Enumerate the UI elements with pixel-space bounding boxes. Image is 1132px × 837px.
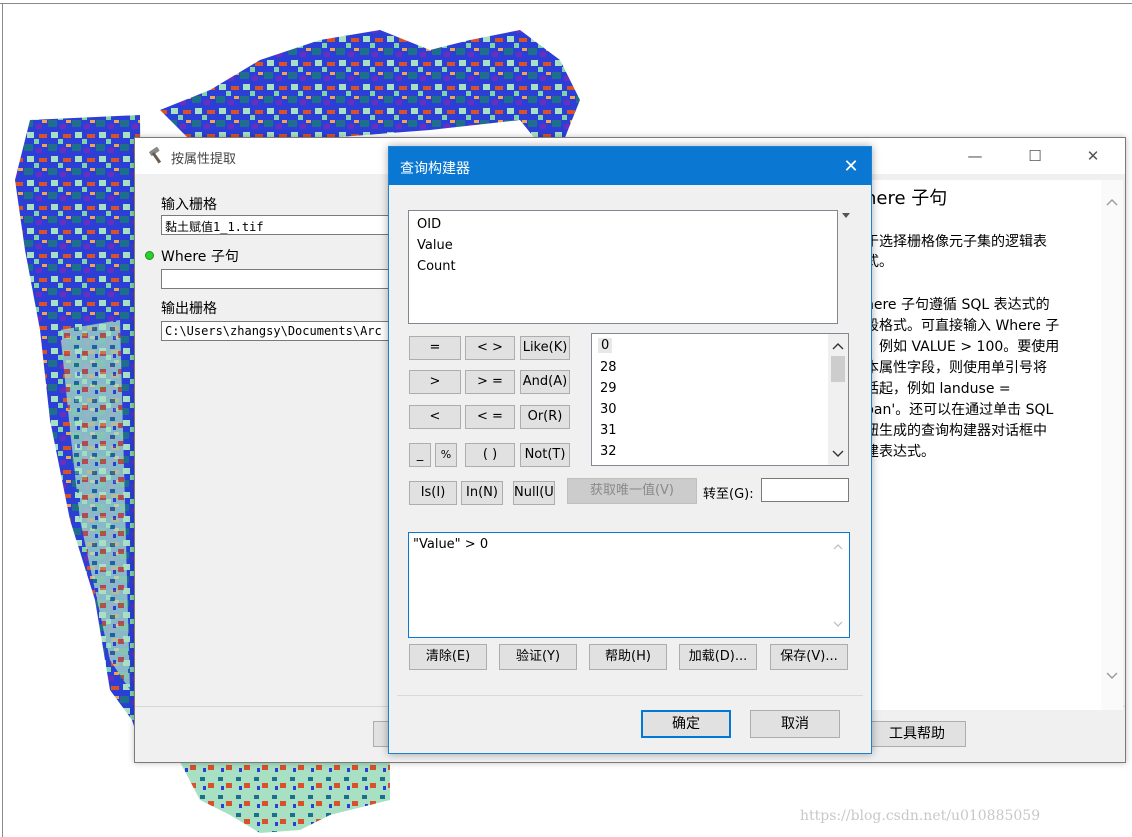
- load-button[interactable]: 加载(D)...: [679, 644, 757, 670]
- value-item[interactable]: 32: [600, 444, 617, 459]
- input-raster-field[interactable]: 黏土赋值1_1.tif: [161, 215, 391, 235]
- goto-input[interactable]: [761, 478, 849, 502]
- and-button[interactable]: And(A): [520, 370, 570, 394]
- help-button[interactable]: 帮助(H): [589, 644, 667, 670]
- help-line: ban'。还可以在通过单击 SQL: [865, 402, 1054, 418]
- dialog-title: 按属性提取: [171, 152, 237, 167]
- help-heading: here 子句: [865, 188, 948, 209]
- value-item[interactable]: 28: [600, 360, 617, 375]
- tool-help-button[interactable]: 工具帮助: [868, 721, 966, 747]
- field-item[interactable]: Count: [417, 259, 456, 274]
- not-button[interactable]: Not(T): [520, 443, 570, 467]
- parentheses-button[interactable]: ( ): [465, 443, 515, 467]
- help-line: 段格式。可直接输入 Where 子: [865, 318, 1060, 334]
- field-list[interactable]: OID Value Count: [408, 210, 838, 324]
- value-item[interactable]: 31: [600, 423, 617, 438]
- goto-label: 转至(G):: [703, 487, 754, 502]
- clear-button[interactable]: 清除(E): [409, 644, 487, 670]
- help-line: 本属性字段，则使用单引号将: [865, 360, 1047, 376]
- unique-values-list[interactable]: 0 28 29 30 31 32: [591, 333, 849, 466]
- null-button[interactable]: Null(U): [513, 481, 555, 505]
- underscore-button[interactable]: _: [409, 443, 431, 467]
- minimize-button[interactable]: —: [955, 144, 995, 168]
- query-close-button[interactable]: ✕: [839, 156, 863, 177]
- in-button[interactable]: In(N): [461, 481, 503, 505]
- scroll-up-icon[interactable]: [833, 543, 843, 550]
- help-line: 钮生成的查询构建器对话框中: [865, 423, 1047, 439]
- value-item[interactable]: 29: [600, 381, 617, 396]
- field-item[interactable]: Value: [417, 238, 453, 253]
- scroll-up-icon[interactable]: [832, 342, 844, 350]
- cancel-button[interactable]: 取消: [750, 710, 840, 738]
- equals-button[interactable]: =: [409, 336, 461, 360]
- ok-button[interactable]: 确定: [641, 710, 731, 738]
- expression-text: "Value" > 0: [413, 537, 489, 552]
- verify-button[interactable]: 验证(Y): [499, 644, 577, 670]
- values-scrollbar[interactable]: [828, 334, 848, 465]
- save-button[interactable]: 保存(V)...: [770, 644, 848, 670]
- hammer-icon: [149, 146, 162, 164]
- scroll-down-icon[interactable]: [833, 621, 843, 628]
- scroll-down-icon[interactable]: [1106, 672, 1118, 680]
- query-builder-dialog: 查询构建器 ✕ OID Value Count = < > Like(K) > …: [388, 146, 872, 754]
- help-panel: here 子句 于选择栅格像元子集的逻辑表 式。 here 子句遵循 SQL 表…: [865, 180, 1123, 710]
- help-line: 。例如 VALUE > 100。要使用: [865, 339, 1060, 355]
- greater-equal-button[interactable]: > =: [465, 370, 515, 394]
- scroll-up-icon[interactable]: [1106, 198, 1118, 206]
- field-list-dropdown-icon[interactable]: [842, 213, 850, 219]
- help-line: here 子句遵循 SQL 表达式的: [865, 297, 1050, 313]
- is-button[interactable]: Is(I): [409, 481, 457, 505]
- required-indicator-icon: [145, 251, 154, 260]
- help-line: 建表达式。: [865, 444, 935, 460]
- help-line: 括起，例如 landuse =: [865, 381, 1011, 397]
- window-top-edge: [0, 3, 1132, 4]
- window-left-edge: [2, 3, 3, 837]
- expression-textarea[interactable]: "Value" > 0: [408, 532, 850, 638]
- not-equals-button[interactable]: < >: [465, 336, 515, 360]
- help-line: 于选择栅格像元子集的逻辑表: [865, 234, 1047, 250]
- query-titlebar[interactable]: 查询构建器 ✕: [389, 147, 871, 185]
- input-raster-label: 输入栅格: [161, 197, 217, 213]
- less-than-button[interactable]: <: [409, 405, 461, 429]
- maximize-button[interactable]: ☐: [1015, 144, 1055, 168]
- where-clause-label: Where 子句: [161, 249, 239, 265]
- greater-than-button[interactable]: >: [409, 370, 461, 394]
- where-clause-field[interactable]: [161, 269, 391, 289]
- less-equal-button[interactable]: < =: [465, 405, 515, 429]
- help-scrollbar[interactable]: [1101, 180, 1123, 710]
- field-item[interactable]: OID: [417, 217, 441, 232]
- percent-button[interactable]: %: [435, 443, 457, 467]
- output-raster-label: 输出栅格: [161, 301, 217, 317]
- value-item[interactable]: 0: [598, 338, 613, 353]
- scroll-thumb[interactable]: [831, 356, 845, 382]
- get-unique-values-button[interactable]: 获取唯一值(V): [567, 478, 697, 504]
- scroll-down-icon[interactable]: [832, 450, 844, 458]
- footer-divider: [397, 695, 863, 696]
- value-item[interactable]: 30: [600, 402, 617, 417]
- like-button[interactable]: Like(K): [520, 336, 570, 360]
- watermark: https://blog.csdn.net/u010885059: [800, 808, 1041, 824]
- close-button[interactable]: ✕: [1073, 144, 1113, 168]
- query-title: 查询构建器: [400, 161, 470, 177]
- or-button[interactable]: Or(R): [520, 405, 570, 429]
- output-raster-field[interactable]: C:\Users\zhangsy\Documents\Arc: [161, 321, 391, 341]
